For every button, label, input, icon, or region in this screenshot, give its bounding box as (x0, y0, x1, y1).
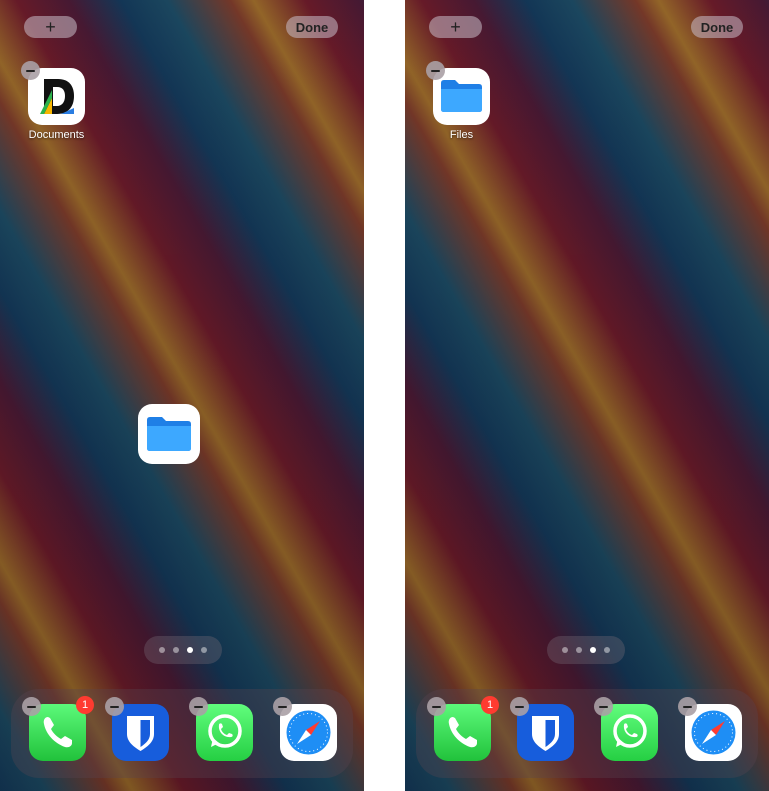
remove-app-button[interactable] (510, 697, 529, 716)
page-dot (201, 647, 207, 653)
remove-app-button[interactable] (21, 61, 40, 80)
page-dot (562, 647, 568, 653)
remove-app-button[interactable] (22, 697, 41, 716)
dock-app-safari[interactable] (678, 697, 742, 761)
safari-icon (678, 697, 742, 761)
files-icon (426, 61, 490, 125)
dock-app-whatsapp[interactable] (594, 697, 658, 761)
dock-app-whatsapp[interactable] (189, 697, 253, 761)
dock-app-phone[interactable]: 1 (22, 696, 94, 761)
home-screen-right: + Done Files 1 (405, 0, 769, 791)
dock-app-safari[interactable] (273, 697, 337, 761)
app-documents[interactable]: Documents (21, 61, 85, 141)
page-dot-active (187, 647, 193, 653)
done-button[interactable]: Done (286, 16, 338, 38)
add-widget-button[interactable]: + (24, 16, 77, 38)
add-widget-button[interactable]: + (429, 16, 482, 38)
dock-app-bitwarden[interactable] (510, 697, 574, 761)
page-dot (604, 647, 610, 653)
notification-badge: 1 (76, 696, 94, 714)
phone-icon: 1 (22, 696, 94, 761)
remove-app-button[interactable] (678, 697, 697, 716)
page-dot (576, 647, 582, 653)
page-dot (173, 647, 179, 653)
dock-app-phone[interactable]: 1 (427, 696, 499, 761)
bitwarden-icon (105, 697, 169, 761)
files-icon (138, 404, 200, 464)
app-files-dragging[interactable] (138, 404, 200, 464)
page-indicator[interactable] (144, 636, 222, 664)
remove-app-button[interactable] (427, 697, 446, 716)
remove-app-button[interactable] (105, 697, 124, 716)
whatsapp-icon (189, 697, 253, 761)
page-dot (159, 647, 165, 653)
home-screen-left: + Done Documents 1 (0, 0, 364, 791)
safari-icon (273, 697, 337, 761)
phone-icon: 1 (427, 696, 499, 761)
remove-app-button[interactable] (594, 697, 613, 716)
whatsapp-icon (594, 697, 658, 761)
page-indicator[interactable] (547, 636, 625, 664)
app-files[interactable]: Files (426, 61, 490, 141)
done-button[interactable]: Done (691, 16, 743, 38)
documents-icon (21, 61, 85, 125)
notification-badge: 1 (481, 696, 499, 714)
dock-app-bitwarden[interactable] (105, 697, 169, 761)
page-dot-active (590, 647, 596, 653)
app-label: Files (449, 129, 474, 141)
app-label: Documents (28, 129, 85, 141)
bitwarden-icon (510, 697, 574, 761)
remove-app-button[interactable] (273, 697, 292, 716)
remove-app-button[interactable] (189, 697, 208, 716)
remove-app-button[interactable] (426, 61, 445, 80)
